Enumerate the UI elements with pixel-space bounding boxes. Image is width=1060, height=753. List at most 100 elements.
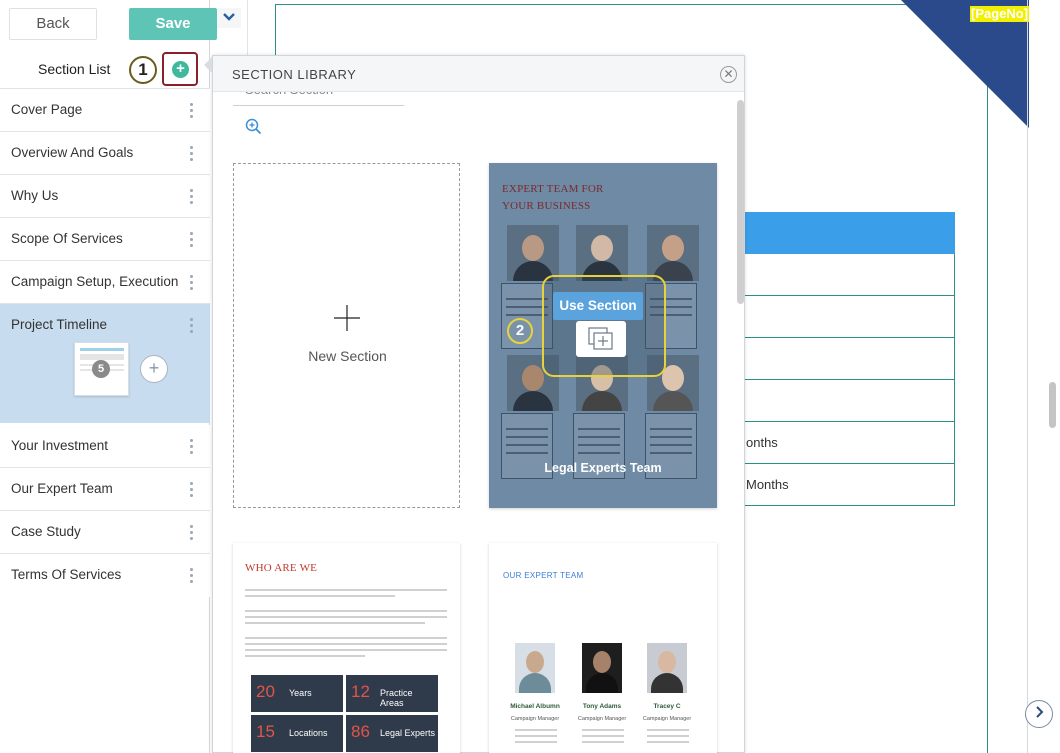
template-card-who-are-we[interactable]: WHO ARE WE 20 Years 12 Practice Areas 15… (233, 543, 460, 753)
section-item-label: Case Study (11, 524, 81, 539)
plus-circle-icon: + (172, 61, 189, 78)
section-item-our-expert-team[interactable]: Our Expert Team (0, 468, 210, 511)
use-section-button[interactable]: Use Section (553, 292, 643, 320)
new-section-label: New Section (308, 348, 387, 364)
table-row (744, 380, 955, 422)
member-name: Michael Albumn (510, 703, 560, 710)
card-title-line: YOUR BUSINESS (502, 200, 591, 212)
section-item-label: Cover Page (11, 102, 83, 117)
card-title-line: EXPERT TEAM FOR (502, 183, 604, 195)
table-header (744, 212, 955, 254)
table-row: onths (744, 422, 955, 464)
section-item-your-investment[interactable]: Your Investment (0, 425, 210, 468)
canvas-scrollbar[interactable] (1049, 382, 1056, 428)
team-photo (576, 225, 628, 281)
section-item-overview-and-goals[interactable]: Overview And Goals (0, 132, 210, 175)
step-badge-1: 1 (129, 56, 157, 84)
kebab-menu-icon[interactable] (190, 318, 194, 334)
team-photo (647, 225, 699, 281)
kebab-menu-icon[interactable] (190, 568, 194, 584)
sidebar: Section List Cover Page Overview And Goa… (0, 0, 210, 753)
section-item-campaign-setup[interactable]: Campaign Setup, Execution (0, 261, 210, 304)
library-title: SECTION LIBRARY (232, 67, 357, 82)
stat-tile: 20 Years (251, 675, 343, 712)
zoom-icon[interactable] (245, 118, 262, 135)
save-button[interactable]: Save (129, 8, 217, 40)
card-title: OUR EXPERT TEAM (503, 571, 584, 580)
kebab-menu-icon[interactable] (190, 232, 194, 248)
kebab-menu-icon[interactable] (190, 189, 194, 205)
next-page-button[interactable] (1025, 700, 1053, 728)
template-card-legal-experts-team[interactable]: EXPERT TEAM FOR YOUR BUSINESS Use Sectio… (489, 163, 717, 508)
page-inner-rule (987, 90, 988, 753)
table-row (744, 338, 955, 380)
stat-label: Years (289, 688, 312, 698)
timeline-table: onths Months (744, 212, 955, 506)
close-icon[interactable]: ✕ (720, 66, 737, 83)
card-caption: Legal Experts Team (544, 461, 662, 475)
section-item-label: Terms Of Services (11, 567, 122, 582)
stat-tile: 86 Legal Experts (346, 715, 438, 752)
kebab-menu-icon[interactable] (190, 482, 194, 498)
section-item-terms-of-services[interactable]: Terms Of Services (0, 554, 210, 597)
stat-number: 20 (256, 682, 275, 701)
section-item-project-timeline[interactable]: Project Timeline 5 + (0, 304, 210, 423)
use-section-icon-button[interactable] (576, 321, 626, 357)
member-role: Campaign Manager (642, 716, 692, 722)
stat-tile: 15 Locations (251, 715, 343, 752)
stat-label: Locations (289, 728, 328, 738)
page-number-tag: [PageNo] (970, 6, 1030, 22)
stat-tile: 12 Practice Areas (346, 675, 438, 712)
template-card-our-expert-team[interactable]: OUR EXPERT TEAM Michael Albumn Tony Adam… (489, 543, 717, 753)
card-title: WHO ARE WE (245, 562, 318, 574)
section-item-label: Your Investment (11, 438, 109, 453)
team-photo (507, 225, 559, 281)
section-item-label: Our Expert Team (11, 481, 113, 496)
add-copy-icon (588, 327, 613, 350)
stat-label: Legal Experts (380, 728, 436, 738)
kebab-menu-icon[interactable] (190, 439, 194, 455)
top-toolbar: Back Save (0, 0, 241, 47)
section-item-cover-page[interactable]: Cover Page (0, 89, 210, 132)
save-options-dropdown[interactable] (217, 8, 241, 28)
member-role: Campaign Manager (577, 716, 627, 722)
plus-icon (334, 305, 360, 331)
panel-pointer (204, 57, 212, 73)
card-title: EXPERT TEAM FOR YOUR BUSINESS (502, 181, 604, 215)
team-photo (647, 643, 687, 693)
add-section-button[interactable]: + (162, 52, 198, 86)
member-role: Campaign Manager (510, 716, 560, 722)
section-item-scope-of-services[interactable]: Scope Of Services (0, 218, 210, 261)
table-row (744, 254, 955, 296)
app-root: [PageNo] onths Months Section List Cover… (0, 0, 1060, 753)
kebab-menu-icon[interactable] (190, 275, 194, 291)
chevron-right-icon (1034, 705, 1044, 722)
library-header: SECTION LIBRARY ✕ (213, 56, 744, 92)
section-list-title: Section List (38, 61, 111, 77)
kebab-menu-icon[interactable] (190, 525, 194, 541)
section-item-label: Project Timeline (11, 317, 108, 332)
step-badge-2: 2 (507, 318, 533, 344)
member-name: Tony Adams (582, 703, 622, 710)
team-photo (515, 643, 555, 693)
page-edge (1027, 0, 1028, 753)
stat-number: 86 (351, 722, 370, 741)
stat-number: 12 (351, 682, 370, 701)
page-thumbnail[interactable]: 5 (74, 342, 129, 396)
section-item-label: Overview And Goals (11, 145, 134, 160)
kebab-menu-icon[interactable] (190, 103, 194, 119)
stat-label: Practice Areas (380, 688, 413, 708)
table-row: Months (744, 464, 955, 506)
table-row (744, 296, 955, 338)
section-item-label: Campaign Setup, Execution (11, 274, 179, 289)
library-scrollbar[interactable] (737, 100, 744, 304)
add-page-button[interactable]: + (140, 355, 168, 383)
team-photo (582, 643, 622, 693)
kebab-menu-icon[interactable] (190, 146, 194, 162)
section-item-why-us[interactable]: Why Us (0, 175, 210, 218)
new-section-card[interactable]: New Section (233, 163, 460, 508)
section-item-case-study[interactable]: Case Study (0, 511, 210, 554)
section-item-label: Scope Of Services (11, 231, 123, 246)
back-button[interactable]: Back (9, 8, 97, 40)
page-number-badge: 5 (92, 360, 110, 378)
